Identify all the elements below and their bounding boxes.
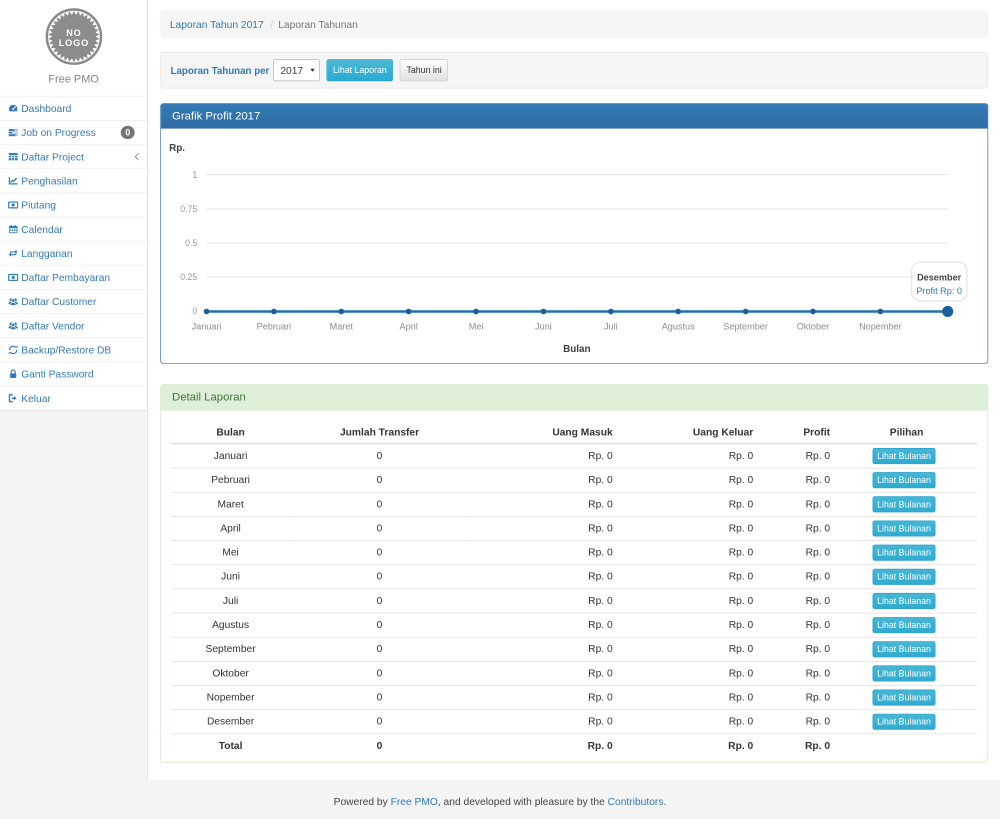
svg-text:Rp.: Rp. (169, 143, 185, 154)
svg-text:0: 0 (192, 306, 197, 316)
svg-text:Pebruari: Pebruari (257, 321, 292, 331)
svg-text:0.75: 0.75 (180, 204, 197, 214)
svg-text:Juni: Juni (535, 321, 552, 331)
svg-text:NO: NO (66, 28, 81, 38)
svg-text:Desember: Desember (917, 272, 962, 282)
svg-text:LOGO: LOGO (58, 38, 88, 48)
svg-text:Juli: Juli (604, 321, 618, 331)
svg-text:0.5: 0.5 (185, 238, 197, 248)
svg-text:Agustus: Agustus (662, 321, 695, 331)
svg-text:April: April (400, 321, 418, 331)
svg-text:Maret: Maret (330, 321, 354, 331)
svg-text:Profit Rp: 0: Profit Rp: 0 (916, 286, 962, 296)
svg-text:1: 1 (192, 170, 197, 180)
svg-text:Nopember: Nopember (859, 321, 902, 331)
svg-text:Januari: Januari (192, 321, 222, 331)
svg-text:Mei: Mei (469, 321, 484, 331)
svg-text:Oktober: Oktober (797, 321, 829, 331)
svg-text:0.25: 0.25 (180, 272, 197, 282)
svg-text:September: September (723, 321, 768, 331)
svg-text:Bulan: Bulan (563, 344, 590, 355)
